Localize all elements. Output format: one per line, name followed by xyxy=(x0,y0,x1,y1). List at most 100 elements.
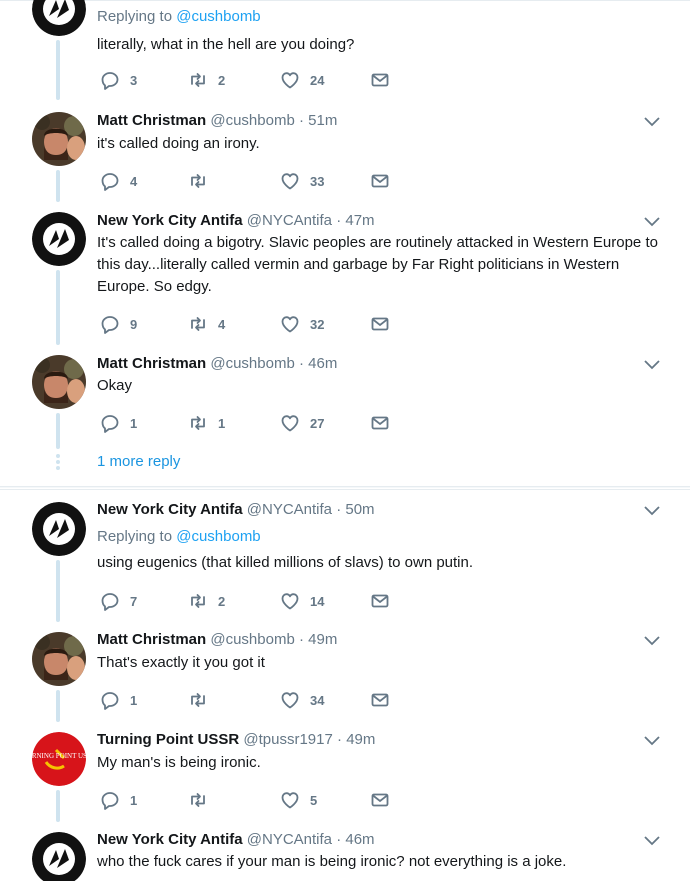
avatar-matt-christman[interactable] xyxy=(32,632,86,686)
avatar-turning-point-ussr[interactable]: TURNING POINT USSR xyxy=(32,732,86,786)
dm-icon xyxy=(371,793,389,807)
timestamp[interactable]: 47m xyxy=(345,212,374,229)
avatar-nyc-antifa[interactable] xyxy=(32,212,86,266)
reply-button[interactable]: 3 xyxy=(100,70,137,90)
user-handle[interactable]: @cushbomb xyxy=(210,355,294,372)
like-count: 5 xyxy=(310,792,318,808)
display-name[interactable]: Matt Christman xyxy=(97,631,206,648)
reply-count: 1 xyxy=(130,415,138,431)
replying-to: Replying to @cushbomb xyxy=(97,8,261,25)
chevron-down-icon[interactable] xyxy=(643,359,661,371)
avatar-matt-christman[interactable] xyxy=(32,355,86,409)
tweet-7[interactable]: New York City Antifa @NYCAntifa · 46m wh… xyxy=(0,820,690,881)
like-button[interactable]: 14 xyxy=(280,591,324,611)
reply-button[interactable]: 9 xyxy=(100,314,137,334)
avatar-matt-christman[interactable] xyxy=(32,112,86,166)
timestamp[interactable]: 50m xyxy=(345,501,374,518)
timestamp[interactable]: 46m xyxy=(345,831,374,848)
tweet-1[interactable]: Matt Christman @cushbomb · 51m it's call… xyxy=(0,100,690,202)
display-name[interactable]: Matt Christman xyxy=(97,112,206,129)
tweet-4[interactable]: New York City Antifa @NYCAntifa · 50m Re… xyxy=(0,490,690,622)
user-handle[interactable]: @tpussr1917 xyxy=(243,731,332,748)
separator-dot: · xyxy=(337,731,343,748)
timestamp[interactable]: 49m xyxy=(308,631,337,648)
reply-button[interactable]: 1 xyxy=(100,790,137,810)
reply-button[interactable]: 1 xyxy=(100,413,137,433)
tweet-6[interactable]: TURNING POINT USSR Turning Point USSR @t… xyxy=(0,720,690,822)
chevron-down-icon[interactable] xyxy=(643,116,661,128)
thread-line xyxy=(56,413,60,449)
reply-icon xyxy=(101,415,119,433)
like-button[interactable]: 33 xyxy=(280,171,324,191)
timestamp[interactable]: 49m xyxy=(346,731,375,748)
tweet-text: literally, what in the hell are you doin… xyxy=(97,36,355,53)
tweet-0[interactable]: Replying to @cushbomb literally, what in… xyxy=(0,0,690,100)
dm-icon xyxy=(371,174,389,188)
timestamp[interactable]: 46m xyxy=(308,355,337,372)
reply-button[interactable]: 7 xyxy=(100,591,137,611)
display-name[interactable]: New York City Antifa xyxy=(97,501,243,518)
timestamp[interactable]: 51m xyxy=(308,112,337,129)
like-icon xyxy=(281,415,299,432)
chevron-down-icon[interactable] xyxy=(643,635,661,647)
retweet-icon xyxy=(191,416,205,430)
mention-link[interactable]: @cushbomb xyxy=(176,8,260,25)
tweet-5[interactable]: Matt Christman @cushbomb · 49m That's ex… xyxy=(0,620,690,722)
retweet-button[interactable]: 4 xyxy=(188,314,225,334)
display-name[interactable]: Turning Point USSR xyxy=(97,731,239,748)
dm-icon xyxy=(371,594,389,608)
separator-dot: · xyxy=(298,631,304,648)
retweet-button[interactable]: 2 xyxy=(188,591,225,611)
tweet-header: New York City Antifa @NYCAntifa · 46m xyxy=(97,831,375,848)
like-button[interactable]: 24 xyxy=(280,70,324,90)
dm-button[interactable] xyxy=(370,690,390,710)
reply-icon xyxy=(101,72,119,90)
retweet-button[interactable] xyxy=(188,690,218,710)
like-icon xyxy=(281,792,299,809)
more-replies-link[interactable]: 1 more reply xyxy=(97,453,180,470)
tweet-header: Matt Christman @cushbomb · 46m xyxy=(97,355,337,372)
dm-button[interactable] xyxy=(370,171,390,191)
display-name[interactable]: New York City Antifa xyxy=(97,831,243,848)
chevron-down-icon[interactable] xyxy=(643,505,661,517)
dm-button[interactable] xyxy=(370,591,390,611)
chevron-down-icon[interactable] xyxy=(643,216,661,228)
like-icon xyxy=(281,593,299,610)
reply-count: 3 xyxy=(130,72,138,88)
retweet-button[interactable]: 1 xyxy=(188,413,225,433)
retweet-button[interactable] xyxy=(188,790,218,810)
user-handle[interactable]: @NYCAntifa xyxy=(247,212,332,229)
chevron-down-icon[interactable] xyxy=(643,735,661,747)
like-button[interactable]: 27 xyxy=(280,413,324,433)
avatar-nyc-antifa[interactable] xyxy=(32,0,86,36)
reply-button[interactable]: 1 xyxy=(100,690,137,710)
like-count: 32 xyxy=(310,316,325,332)
chevron-down-icon[interactable] xyxy=(643,835,661,847)
tweet-2[interactable]: New York City Antifa @NYCAntifa · 47m It… xyxy=(0,200,690,345)
retweet-button[interactable] xyxy=(188,171,218,191)
avatar-nyc-antifa[interactable] xyxy=(32,832,86,881)
mention-link[interactable]: @cushbomb xyxy=(176,528,260,545)
tpussr-logo-text: TURNING POINT USSR xyxy=(32,752,86,760)
like-button[interactable]: 5 xyxy=(280,790,317,810)
tweet-3[interactable]: Matt Christman @cushbomb · 46m Okay 1 1 … xyxy=(0,343,690,486)
user-handle[interactable]: @NYCAntifa xyxy=(247,831,332,848)
retweet-button[interactable]: 2 xyxy=(188,70,225,90)
dm-button[interactable] xyxy=(370,70,390,90)
like-button[interactable]: 34 xyxy=(280,690,324,710)
reply-button[interactable]: 4 xyxy=(100,171,137,191)
tweet-text: It's called doing a bigotry. Slavic peop… xyxy=(97,234,658,295)
dm-button[interactable] xyxy=(370,314,390,334)
reply-icon xyxy=(101,792,119,810)
dm-button[interactable] xyxy=(370,413,390,433)
display-name[interactable]: Matt Christman xyxy=(97,355,206,372)
tweet-header: Matt Christman @cushbomb · 49m xyxy=(97,631,337,648)
like-button[interactable]: 32 xyxy=(280,314,324,334)
reply-count: 1 xyxy=(130,692,138,708)
user-handle[interactable]: @NYCAntifa xyxy=(247,501,332,518)
user-handle[interactable]: @cushbomb xyxy=(210,631,294,648)
dm-button[interactable] xyxy=(370,790,390,810)
display-name[interactable]: New York City Antifa xyxy=(97,212,243,229)
avatar-nyc-antifa[interactable] xyxy=(32,502,86,556)
user-handle[interactable]: @cushbomb xyxy=(210,112,294,129)
